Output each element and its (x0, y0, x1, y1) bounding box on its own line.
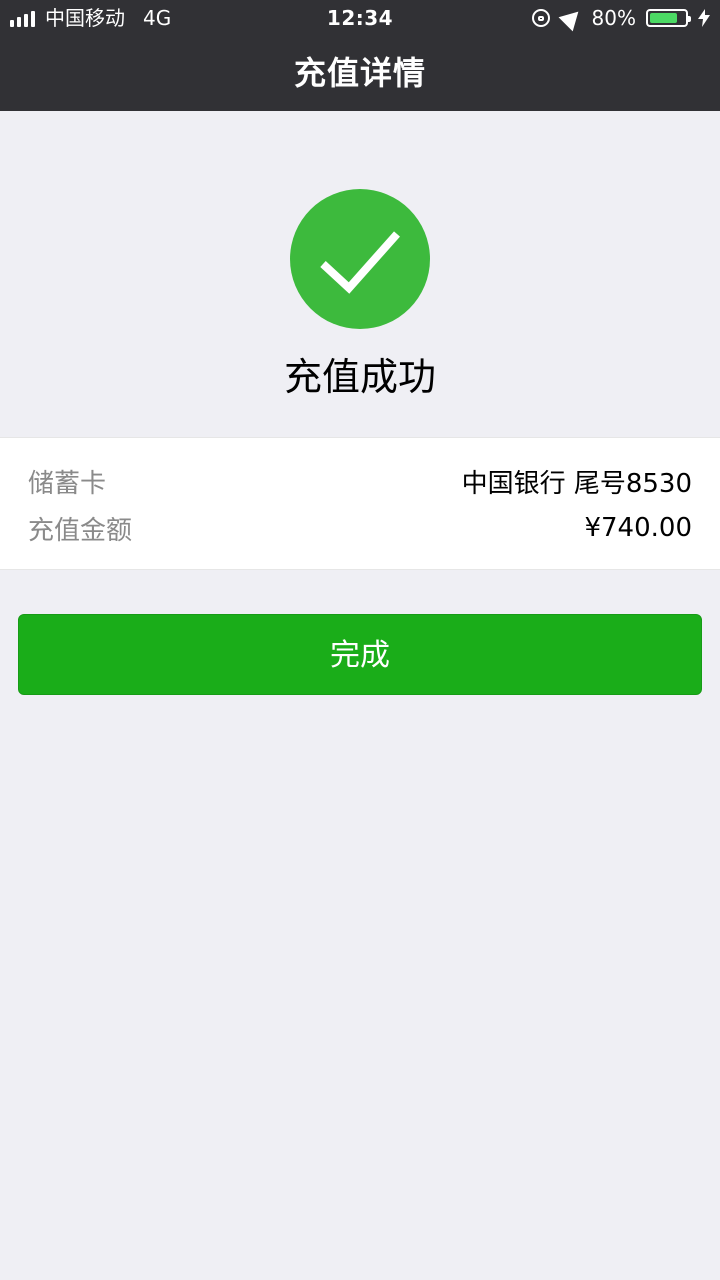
orientation-lock-icon (531, 9, 550, 27)
success-message: 充值成功 (283, 355, 436, 399)
status-right: 80% (531, 0, 710, 36)
amount-label: 充值金额 (28, 515, 133, 546)
success-badge (290, 189, 430, 329)
charging-bolt-icon (698, 9, 710, 27)
card-label: 储蓄卡 (28, 468, 107, 499)
card-value: 中国银行 尾号8530 (461, 468, 692, 499)
detail-row-card: 储蓄卡 中国银行 尾号8530 (28, 460, 692, 502)
battery-icon (646, 9, 691, 27)
page-title: 充值详情 (293, 54, 426, 92)
location-arrow-icon (558, 4, 585, 32)
top-bar: 中国移动 4G 12:34 80% 充值详情 (0, 0, 720, 111)
recharge-details: 储蓄卡 中国银行 尾号8530 充值金额 ¥740.00 (0, 437, 720, 570)
battery-fill (650, 13, 678, 23)
success-section: 充值成功 (0, 111, 720, 437)
battery-percent: 80% (591, 6, 636, 30)
status-bar: 中国移动 4G 12:34 80% (0, 0, 720, 36)
detail-row-amount: 充值金额 ¥740.00 (28, 507, 692, 549)
done-button[interactable]: 完成 (18, 614, 702, 695)
amount-value: ¥740.00 (584, 513, 692, 543)
checkmark-icon (320, 231, 400, 294)
